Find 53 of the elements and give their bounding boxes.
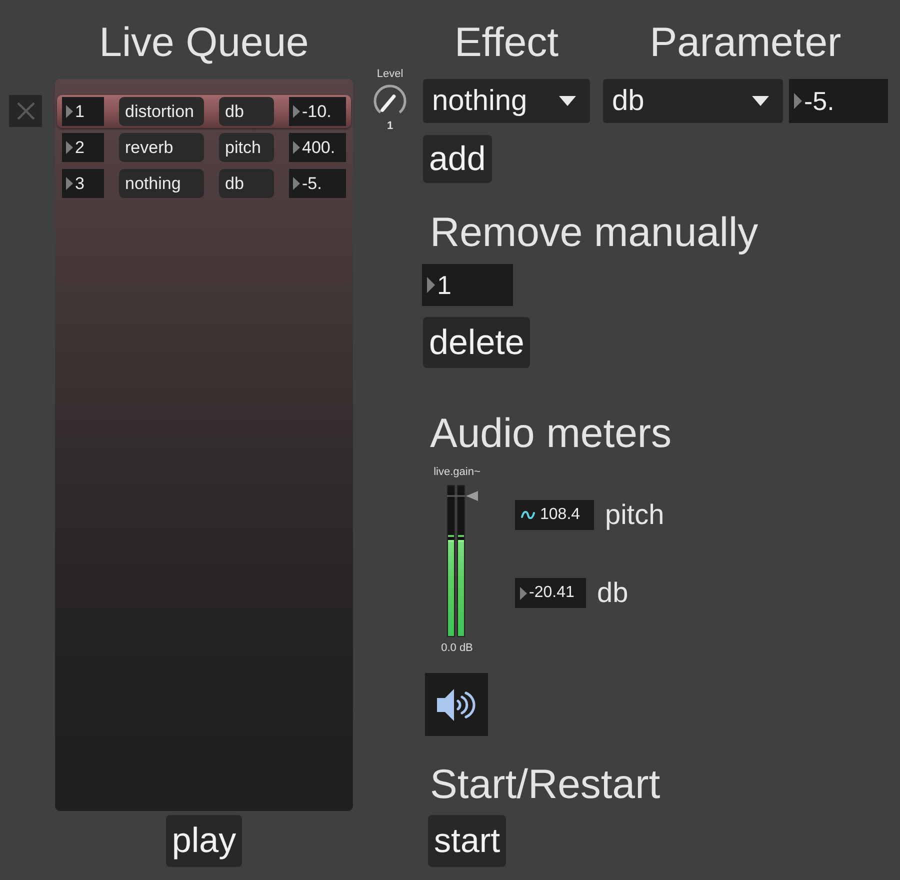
triangle-icon: [293, 177, 300, 190]
queue-row[interactable]: 1 distortion db -10.: [57, 95, 351, 128]
section-heading: Live Queue: [99, 18, 309, 66]
slider-thumb[interactable]: [447, 490, 478, 501]
parameter-cell: db: [219, 97, 274, 126]
parameter-cell: pitch: [219, 133, 274, 162]
triangle-icon: [293, 105, 300, 118]
start-button[interactable]: start: [428, 815, 506, 867]
section-heading: Effect: [454, 18, 559, 66]
dial-value: 1: [386, 120, 394, 132]
add-button[interactable]: add: [423, 135, 492, 183]
effect-dropdown[interactable]: nothing: [423, 79, 590, 123]
number-field[interactable]: -10.: [289, 97, 346, 126]
section-heading: Audio meters: [430, 409, 672, 457]
number-field[interactable]: 2: [62, 133, 104, 162]
speaker-button[interactable]: [425, 673, 488, 736]
number-field[interactable]: 1: [62, 97, 104, 126]
close-icon: [16, 102, 34, 120]
number-field[interactable]: -5.: [789, 79, 888, 123]
speaker-icon: [436, 688, 476, 722]
meter-label: live.gain~: [434, 466, 480, 479]
number-field[interactable]: 1: [422, 264, 513, 306]
triangle-icon: [427, 277, 435, 293]
section-heading: Start/Restart: [430, 760, 660, 808]
meter-reading: 0.0 dB: [441, 642, 473, 655]
delete-button[interactable]: delete: [423, 317, 530, 368]
queue-row[interactable]: 3 nothing db -5.: [57, 167, 351, 200]
number-field[interactable]: 3: [62, 169, 104, 198]
dial-label: Level: [376, 68, 404, 80]
queue-row[interactable]: 2 reverb pitch 400.: [57, 131, 351, 164]
play-button[interactable]: play: [166, 815, 242, 867]
sine-wave-icon: [521, 511, 535, 519]
parameter-cell: db: [219, 169, 274, 198]
triangle-icon: [293, 141, 300, 154]
caret-icon: [559, 96, 576, 106]
effect-cell: nothing: [119, 169, 204, 198]
section-heading: Remove manually: [430, 208, 758, 256]
section-heading: Parameter: [650, 18, 842, 66]
caret-icon: [752, 96, 769, 106]
readout-label: db: [597, 578, 628, 608]
readout-label: pitch: [605, 500, 664, 530]
signal-field: 108.4: [515, 500, 594, 530]
number-field[interactable]: -5.: [289, 169, 346, 198]
effect-cell: distortion: [119, 97, 204, 126]
triangle-icon: [520, 586, 527, 600]
triangle-icon: [66, 141, 73, 154]
parameter-dropdown[interactable]: db: [603, 79, 783, 123]
triangle-icon: [66, 105, 73, 118]
number-field[interactable]: -20.41: [515, 578, 586, 608]
number-field[interactable]: 400.: [289, 133, 346, 162]
effect-cell: reverb: [119, 133, 204, 162]
triangle-icon: [794, 93, 802, 109]
triangle-icon: [66, 177, 73, 190]
